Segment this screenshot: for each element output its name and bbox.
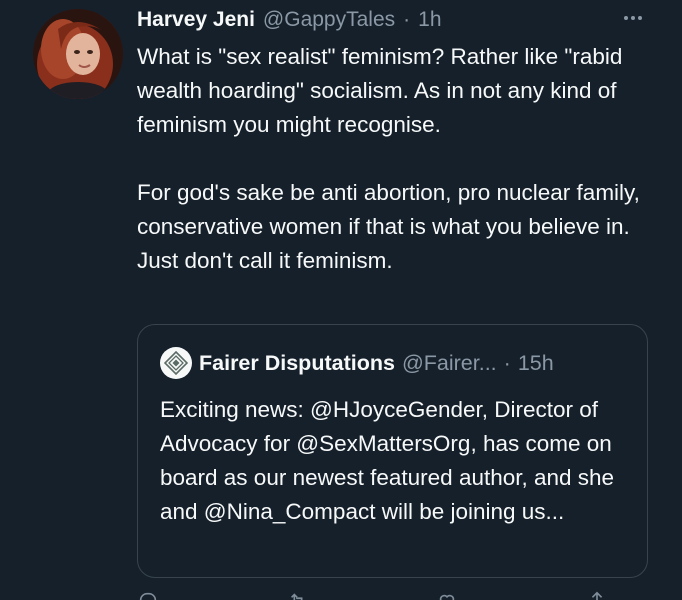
quoted-user-handle[interactable]: @Fairer... — [402, 351, 497, 376]
separator-dot: · — [503, 350, 511, 375]
reply-icon[interactable] — [137, 590, 159, 600]
quoted-tweet-text: Exciting news: @HJoyceGender, Director o… — [160, 397, 615, 524]
tweet-paragraph: What is "sex realist" feminism? Rather l… — [137, 44, 623, 137]
separator-dot: · — [403, 8, 411, 31]
share-icon[interactable] — [586, 590, 608, 600]
more-options-button[interactable] — [620, 8, 646, 28]
more-horizontal-icon — [624, 16, 628, 20]
timestamp[interactable]: 1h — [418, 8, 441, 32]
tweet-paragraph: For god's sake be anti abortion, pro nuc… — [137, 180, 640, 273]
retweet-icon[interactable] — [287, 590, 309, 600]
diamond-logo-icon — [164, 351, 188, 375]
more-horizontal-icon-dot — [631, 16, 635, 20]
quoted-tweet[interactable]: Fairer Disputations @Fairer... · 15h Exc… — [137, 324, 648, 578]
more-horizontal-icon-dot — [638, 16, 642, 20]
user-handle[interactable]: @GappyTales — [263, 8, 395, 32]
display-name[interactable]: Harvey Jeni — [137, 8, 255, 32]
tweet-header: Harvey Jeni @GappyTales · 1h — [137, 6, 642, 34]
tweet-text: What is "sex realist" feminism? Rather l… — [137, 40, 657, 278]
action-bar — [137, 590, 648, 600]
quoted-tweet-header: Fairer Disputations @Fairer... · 15h — [160, 347, 631, 379]
avatar-photo-icon — [33, 9, 123, 99]
like-icon[interactable] — [436, 590, 458, 600]
quoted-timestamp[interactable]: 15h — [518, 351, 554, 376]
quoted-display-name[interactable]: Fairer Disputations — [199, 351, 395, 376]
avatar[interactable] — [33, 9, 123, 99]
quoted-avatar[interactable] — [160, 347, 192, 379]
tweet[interactable]: Harvey Jeni @GappyTales · 1h What is "se… — [0, 0, 682, 600]
